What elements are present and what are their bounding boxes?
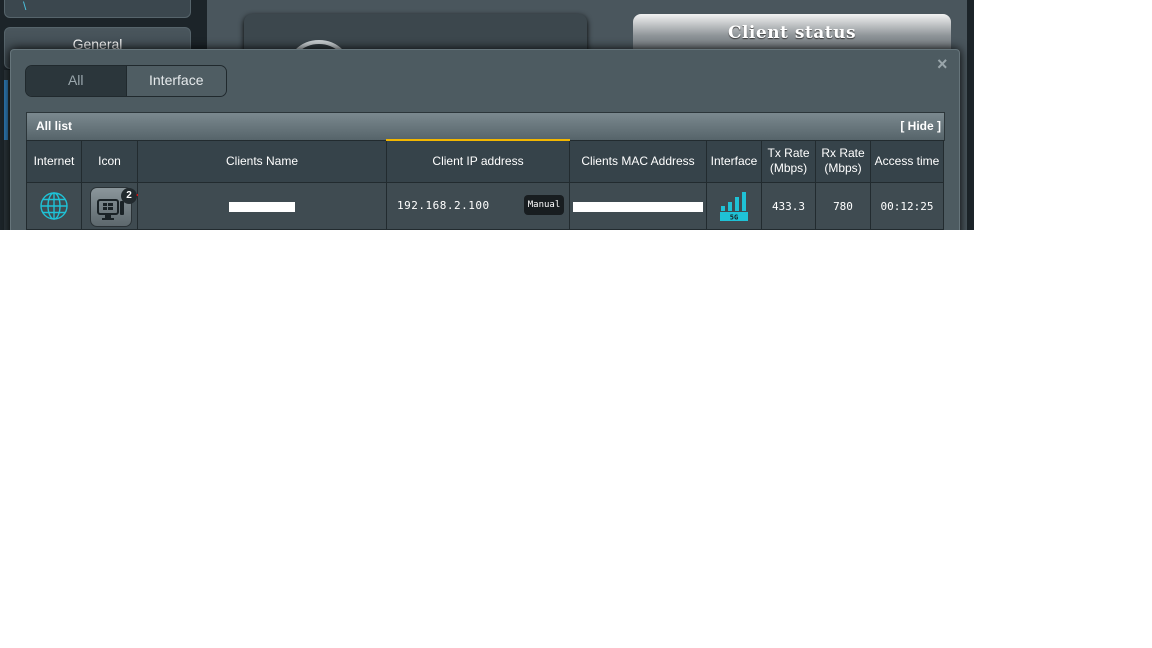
access-time-cell: 00:12:25 [870, 182, 944, 230]
client-ip-text: 192.168.2.100 [397, 199, 490, 212]
table-header-row: Internet Icon Clients Name Client IP add… [26, 139, 944, 183]
column-header-tx-rate[interactable]: Tx Rate (Mbps) [761, 139, 816, 183]
mac-address-cell [569, 182, 707, 230]
device-count-badge: 2 [121, 188, 137, 204]
client-list-modal: × All Interface All list [ Hide ] Intern… [10, 49, 960, 230]
client-ip-cell: 192.168.2.100 Manual [386, 182, 570, 230]
globe-icon[interactable] [39, 191, 69, 221]
icon-cell: 2 [81, 182, 162, 230]
sidebar-selected-marker [4, 80, 8, 140]
chevron-icon: \ [23, 0, 27, 13]
sidebar-top-item[interactable]: \ [4, 0, 191, 18]
redacted-mac-address [573, 201, 703, 212]
client-table: Internet Icon Clients Name Client IP add… [26, 139, 944, 230]
tab-interface[interactable]: Interface [126, 66, 226, 96]
client-name-cell[interactable] [137, 182, 387, 230]
redacted-client-name [229, 201, 295, 212]
rx-rate-cell: 780 [815, 182, 871, 230]
column-header-rx-rate[interactable]: Rx Rate (Mbps) [815, 139, 871, 183]
column-header-access-time[interactable]: Access time [870, 139, 944, 183]
table-row[interactable]: 2 192.168.2.100 Manual 5G 433.3 780 00:1… [26, 182, 944, 230]
column-header-clients-name[interactable]: Clients Name [137, 139, 387, 183]
interface-cell: 5G [706, 182, 762, 230]
internet-cell[interactable] [26, 182, 82, 230]
tab-all[interactable]: All [26, 66, 127, 96]
column-header-interface[interactable]: Interface [706, 139, 762, 183]
band-label: 5G [730, 214, 738, 222]
hide-list-link[interactable]: [ Hide ] [900, 119, 941, 133]
ip-mode-badge[interactable]: Manual [524, 195, 564, 215]
list-title: All list [36, 119, 73, 133]
screenshot-viewport: \ General Client status × All Interface … [0, 0, 974, 230]
column-header-internet[interactable]: Internet [26, 139, 82, 183]
wifi-signal-icon: 5G [720, 192, 748, 222]
close-icon[interactable]: × [937, 54, 948, 75]
column-header-mac-address[interactable]: Clients MAC Address [569, 139, 707, 183]
windows-desktop-icon[interactable]: 2 [90, 187, 137, 227]
tx-rate-cell: 433.3 [761, 182, 816, 230]
column-header-client-ip[interactable]: Client IP address [386, 139, 570, 183]
column-header-icon[interactable]: Icon [81, 139, 138, 183]
view-toggle: All Interface [25, 65, 227, 97]
list-header-bar: All list [ Hide ] [26, 112, 945, 141]
client-status-header: Client status [633, 14, 951, 54]
